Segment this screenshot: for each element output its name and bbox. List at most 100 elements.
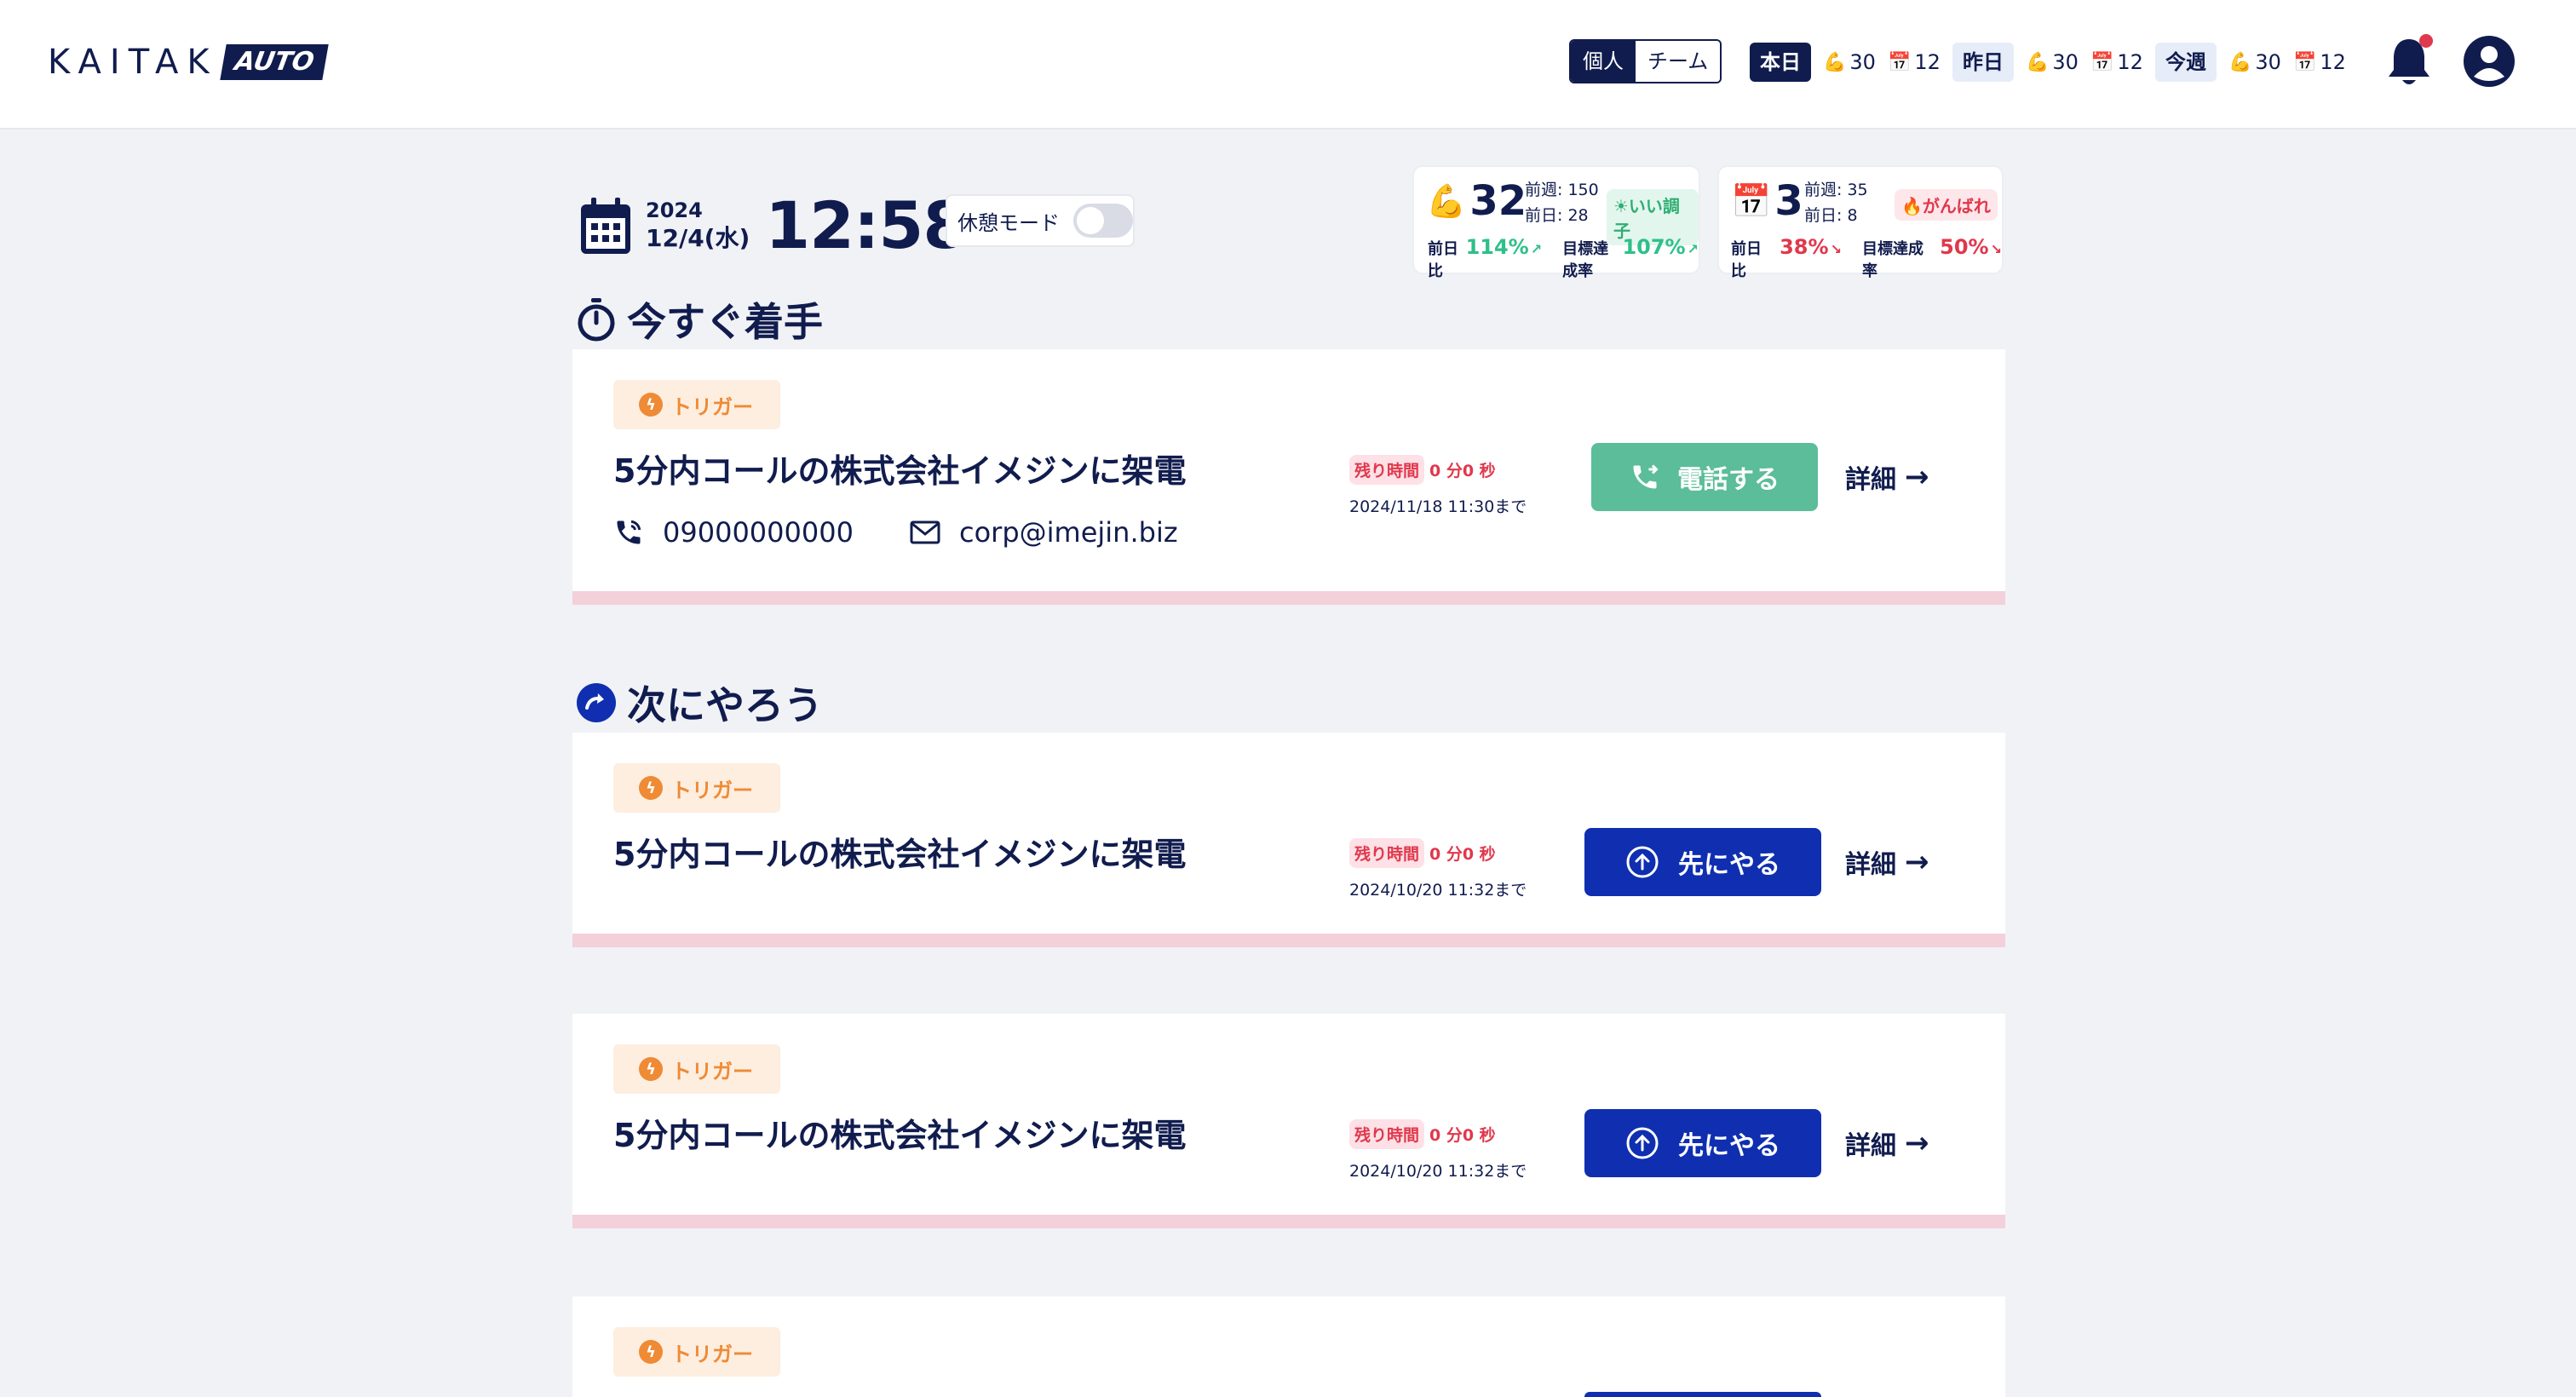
- calendar-icon: 📅: [2090, 51, 2114, 73]
- kpi-value: 3: [1774, 177, 1803, 225]
- task-deadline: 2024/11/18 11:30まで: [1349, 497, 1527, 516]
- bolt-icon: ϟ: [639, 776, 663, 800]
- card-bottom-bar: [572, 1215, 2005, 1228]
- calendar-icon: 📅: [2292, 51, 2317, 73]
- trigger-tag: ϟ トリガー: [613, 763, 780, 813]
- task-card-next: ϟ トリガー 5分内コールの株式会社イメジンに架電 残り時間 0 分0 秒 20…: [572, 1014, 2005, 1228]
- remaining-time-value: 0 分0 秒: [1429, 1126, 1496, 1145]
- header-stat-effort: 30: [1849, 50, 1876, 74]
- bell-icon[interactable]: [2385, 34, 2433, 90]
- task-title: 5分内コールの株式会社イメジンに架電: [613, 452, 1187, 490]
- do-first-button-label: 先にやる: [1678, 850, 1780, 880]
- bolt-icon: ϟ: [639, 1057, 663, 1081]
- view-toggle-personal[interactable]: 個人: [1571, 41, 1636, 82]
- kpi-day-ratio: 114%: [1465, 235, 1529, 259]
- do-first-button[interactable]: [1584, 1392, 1821, 1397]
- kpi-value: 32: [1469, 177, 1527, 225]
- section-title-text: 今すぐ着手: [627, 299, 823, 345]
- kpi-day-ratio-label: 前日比: [1428, 240, 1458, 280]
- muscle-icon: 💪: [2026, 51, 2050, 73]
- remaining-time-value: 0 分0 秒: [1429, 462, 1496, 480]
- trend-up-icon: ↗: [1687, 241, 1699, 257]
- trigger-tag-label: トリガー: [671, 394, 753, 419]
- arrow-right-icon: →: [1905, 460, 1929, 494]
- app-logo[interactable]: KAITAK AUTO: [48, 43, 329, 82]
- trigger-tag: ϟ トリガー: [613, 1044, 780, 1094]
- calendar-icon: 📅: [1731, 181, 1772, 220]
- detail-link-label: 詳細: [1845, 1131, 1896, 1161]
- remaining-time: 残り時間 0 分0 秒: [1349, 1119, 1496, 1149]
- bolt-icon: ϟ: [639, 1340, 663, 1364]
- kpi-prev-day: 前日: 28: [1525, 206, 1589, 225]
- user-icon[interactable]: [2462, 34, 2516, 89]
- task-title: 5分内コールの株式会社イメジンに架電: [613, 836, 1187, 873]
- phone-icon: [617, 520, 641, 544]
- stopwatch-icon: [578, 298, 615, 342]
- date-month-day: 12/4(水): [646, 223, 750, 252]
- do-first-button[interactable]: 先にやる: [1584, 1109, 1821, 1177]
- arrow-right-icon: →: [1905, 1126, 1929, 1160]
- detail-link-label: 詳細: [1845, 850, 1896, 880]
- top-header: KAITAK AUTO 個人 チーム 本日 💪 30 📅 12 昨日 💪 30 📅 12…: [0, 0, 2576, 129]
- date-time: 2024 12/4(水) 12:58: [579, 187, 968, 263]
- arrow-up-circle-icon: [1626, 1127, 1659, 1159]
- logo-badge: AUTO: [219, 44, 329, 80]
- kpi-prev-week: 前週: 150: [1525, 181, 1599, 199]
- header-stat-calendar: 12: [2117, 50, 2143, 74]
- task-card-now: ϟ トリガー 5分内コールの株式会社イメジンに架電 09000000000 co…: [572, 349, 2005, 605]
- detail-link[interactable]: 詳細 →: [1845, 843, 1929, 881]
- remaining-time-label: 残り時間: [1349, 1119, 1425, 1149]
- do-first-button-label: 先にやる: [1678, 1131, 1780, 1161]
- view-toggle-team[interactable]: チーム: [1636, 41, 1721, 82]
- trigger-tag-label: トリガー: [671, 1342, 753, 1366]
- header-stat-effort: 30: [2255, 50, 2281, 74]
- header-stat-label: 昨日: [1952, 43, 2014, 82]
- kpi-status-badge: 🔥がんばれ: [1895, 189, 1998, 221]
- section-title-now: 今すぐ着手: [576, 291, 823, 348]
- remaining-time-label: 残り時間: [1349, 455, 1425, 485]
- redo-icon: [577, 683, 616, 722]
- kpi-goal-label: 目標達成率: [1861, 240, 1923, 280]
- muscle-icon: 💪: [1426, 181, 1467, 220]
- do-first-button[interactable]: 先にやる: [1584, 828, 1821, 896]
- arrow-right-icon: →: [1905, 845, 1929, 879]
- detail-link[interactable]: 詳細 →: [1845, 458, 1929, 496]
- task-title: 5分内コールの株式会社イメジンに架電: [613, 1117, 1187, 1154]
- remaining-time-value: 0 分0 秒: [1429, 845, 1496, 864]
- detail-link[interactable]: 詳細 →: [1845, 1124, 1929, 1162]
- header-stat-effort: 30: [2052, 50, 2079, 74]
- task-card-next: ϟ トリガー 5分内コールの株式会社イメジンに架電 残り時間 0 分0 秒 20…: [572, 733, 2005, 947]
- call-button[interactable]: 電話する: [1591, 443, 1818, 511]
- task-email[interactable]: corp@imejin.biz: [910, 516, 1178, 549]
- mail-icon: [910, 520, 940, 544]
- kpi-day-ratio-label: 前日比: [1731, 240, 1762, 280]
- kpi-goal: 50%: [1940, 235, 1989, 259]
- call-button-label: 電話する: [1677, 465, 1780, 495]
- calendar-icon: [581, 197, 630, 254]
- muscle-icon: 💪: [2228, 51, 2252, 73]
- rest-mode-toggle[interactable]: [1073, 204, 1133, 238]
- remaining-time: 残り時間 0 分0 秒: [1349, 838, 1496, 868]
- trend-down-icon: ↘: [1830, 241, 1842, 257]
- task-email-address: corp@imejin.biz: [959, 516, 1178, 549]
- card-bottom-bar: [572, 934, 2005, 947]
- kpi-day-ratio: 38%: [1780, 235, 1829, 259]
- kpi-card-effort: 💪 32 前週: 150 前日: 28 ☀いい調子 前日比 114% ↗ 目標達…: [1412, 165, 1700, 280]
- remaining-time-label: 残り時間: [1349, 838, 1425, 868]
- task-deadline: 2024/10/20 11:32まで: [1349, 881, 1527, 900]
- kpi-goal: 107%: [1622, 235, 1686, 259]
- task-phone[interactable]: 09000000000: [613, 516, 854, 549]
- arrow-up-circle-icon: [1626, 846, 1659, 878]
- logo-text: KAITAK: [48, 43, 218, 82]
- trigger-tag: ϟ トリガー: [613, 380, 780, 429]
- header-stat-label: 本日: [1750, 43, 1811, 82]
- section-title-next: 次にやろう: [576, 675, 823, 731]
- section-title-text: 次にやろう: [627, 682, 823, 728]
- header-stat-calendar: 12: [2320, 50, 2346, 74]
- header-stat-yesterday: 昨日 💪 30 📅 12: [1952, 43, 2143, 82]
- remaining-time: 残り時間 0 分0 秒: [1349, 455, 1496, 485]
- kpi-card-appointments: 📅 3 前週: 35 前日: 8 🔥がんばれ 前日比 38% ↘ 目標達成率 5…: [1717, 165, 2004, 280]
- task-deadline: 2024/10/20 11:32まで: [1349, 1162, 1527, 1181]
- kpi-prev-day: 前日: 8: [1804, 206, 1858, 225]
- header-stat-today: 本日 💪 30 📅 12: [1750, 43, 1941, 82]
